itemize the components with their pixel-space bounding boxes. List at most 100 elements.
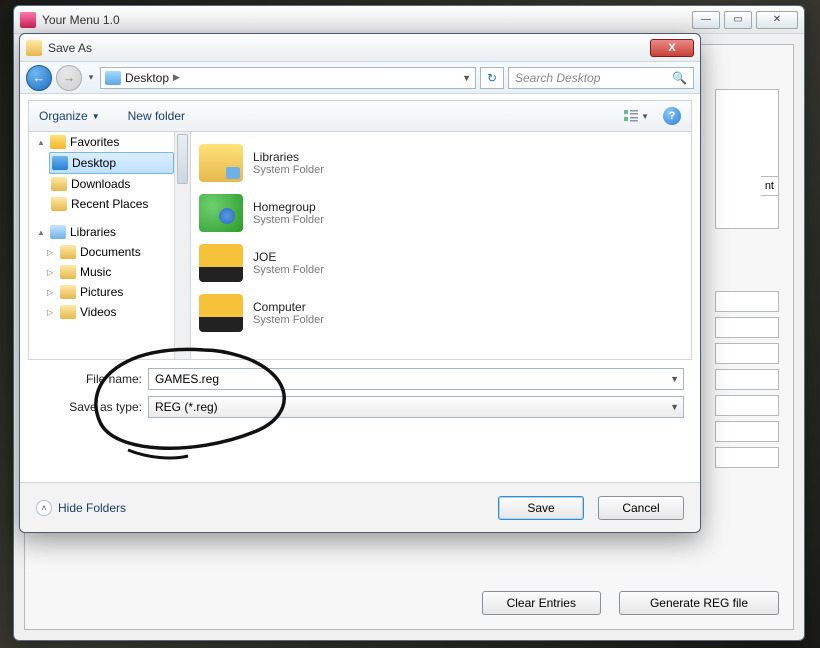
- help-button[interactable]: ?: [663, 107, 681, 125]
- history-dropdown[interactable]: ▾: [86, 72, 96, 83]
- arrow-left-icon: ←: [33, 70, 46, 85]
- filename-value: GAMES.reg: [155, 372, 219, 386]
- home-icon: [199, 194, 243, 232]
- nav-tree[interactable]: ▲Favorites Desktop Downloads Recent Plac…: [29, 132, 191, 359]
- text-field[interactable]: [715, 291, 779, 312]
- search-placeholder: Search Desktop: [515, 71, 600, 85]
- hide-folders-toggle[interactable]: ˄ Hide Folders: [36, 500, 126, 516]
- tree-desktop[interactable]: Desktop: [49, 152, 174, 174]
- new-folder-button[interactable]: New folder: [128, 109, 185, 123]
- toolbar: Organize ▼ New folder ▼ ?: [28, 100, 692, 132]
- view-options-button[interactable]: [623, 108, 639, 124]
- lib-icon: [199, 144, 243, 182]
- scrollbar-thumb[interactable]: [177, 134, 188, 184]
- text-field[interactable]: [715, 317, 779, 338]
- tree-pictures[interactable]: ▷Pictures: [45, 282, 190, 302]
- item-title: Libraries: [253, 150, 324, 164]
- tree-downloads[interactable]: Downloads: [49, 174, 190, 194]
- close-button[interactable]: ✕: [756, 11, 798, 29]
- right-panel-stub: nt: [715, 89, 779, 229]
- saveas-value: REG (*.reg): [155, 400, 218, 414]
- list-item[interactable]: LibrariesSystem Folder: [195, 138, 687, 188]
- save-as-dialog: Save As X ← → ▾ Desktop ▶ ▼ ↻ Search Des…: [19, 33, 701, 533]
- organize-label: Organize: [39, 109, 88, 123]
- tree-videos[interactable]: ▷Videos: [45, 302, 190, 322]
- desktop-icon: [52, 156, 68, 170]
- saveas-label: Save as type:: [36, 400, 148, 414]
- saveas-type-select[interactable]: REG (*.reg) ▼: [148, 396, 684, 418]
- list-item[interactable]: ComputerSystem Folder: [195, 288, 687, 338]
- text-field[interactable]: [715, 421, 779, 442]
- filename-input[interactable]: GAMES.reg ▼: [148, 368, 684, 390]
- form-area: File name: GAMES.reg ▼ Save as type: REG…: [36, 368, 684, 418]
- text-field[interactable]: [715, 343, 779, 364]
- item-subtitle: System Folder: [253, 264, 324, 276]
- search-input[interactable]: Search Desktop 🔍: [508, 67, 694, 89]
- chevron-right-icon[interactable]: ▶: [173, 72, 180, 83]
- address-bar[interactable]: Desktop ▶ ▼: [100, 67, 476, 89]
- breadcrumb[interactable]: Desktop: [125, 71, 169, 85]
- tree-recent[interactable]: Recent Places: [49, 194, 190, 214]
- tree-favorites[interactable]: ▲Favorites: [35, 132, 190, 152]
- chevron-down-icon[interactable]: ▼: [462, 73, 471, 83]
- minimize-button[interactable]: —: [692, 11, 720, 29]
- chevron-down-icon[interactable]: ▼: [670, 374, 679, 384]
- star-icon: [50, 135, 66, 149]
- folder-icon: [51, 197, 67, 211]
- maximize-button[interactable]: ▭: [724, 11, 752, 29]
- desktop-icon: [105, 71, 121, 85]
- folder-icon: [60, 285, 76, 299]
- arrow-right-icon: →: [63, 70, 76, 85]
- libraries-icon: [50, 225, 66, 239]
- parent-title-text: Your Menu 1.0: [42, 13, 120, 27]
- app-icon: [20, 12, 36, 28]
- back-button[interactable]: ←: [26, 65, 52, 91]
- organize-menu[interactable]: Organize ▼: [39, 109, 100, 123]
- folder-icon: [51, 177, 67, 191]
- field-rows-stub: [715, 291, 779, 473]
- dialog-close-button[interactable]: X: [650, 39, 694, 57]
- refresh-button[interactable]: ↻: [480, 67, 504, 89]
- text-field[interactable]: [715, 369, 779, 390]
- text-field[interactable]: [715, 447, 779, 468]
- generate-reg-button[interactable]: Generate REG file: [619, 591, 779, 615]
- save-button[interactable]: Save: [498, 496, 584, 520]
- chevron-down-icon: ▼: [92, 112, 100, 121]
- item-title: Homegroup: [253, 200, 324, 214]
- parent-titlebar[interactable]: Your Menu 1.0 — ▭ ✕: [14, 6, 804, 34]
- tab-stub[interactable]: nt: [761, 176, 779, 196]
- view-dropdown[interactable]: ▼: [641, 112, 649, 121]
- list-item[interactable]: HomegroupSystem Folder: [195, 188, 687, 238]
- search-icon: 🔍: [672, 71, 687, 85]
- folder-icon: [60, 245, 76, 259]
- text-field[interactable]: [715, 395, 779, 416]
- tree-libraries[interactable]: ▲Libraries: [35, 222, 190, 242]
- cancel-button[interactable]: Cancel: [598, 496, 684, 520]
- folder-icon: [60, 265, 76, 279]
- item-subtitle: System Folder: [253, 164, 324, 176]
- chevron-up-icon: ˄: [36, 500, 52, 516]
- forward-button[interactable]: →: [56, 65, 82, 91]
- tree-documents[interactable]: ▷Documents: [45, 242, 190, 262]
- item-subtitle: System Folder: [253, 214, 324, 226]
- tree-music[interactable]: ▷Music: [45, 262, 190, 282]
- nav-bar: ← → ▾ Desktop ▶ ▼ ↻ Search Desktop 🔍: [20, 62, 700, 94]
- folder-icon: [60, 305, 76, 319]
- view-icon: [623, 108, 639, 124]
- chevron-down-icon[interactable]: ▼: [670, 402, 679, 412]
- dialog-titlebar[interactable]: Save As X: [20, 34, 700, 62]
- tree-scrollbar[interactable]: [174, 132, 190, 359]
- refresh-icon: ↻: [487, 71, 497, 85]
- dialog-icon: [26, 40, 42, 56]
- car-icon: [199, 244, 243, 282]
- dialog-footer: ˄ Hide Folders Save Cancel: [20, 482, 700, 532]
- item-title: Computer: [253, 300, 324, 314]
- file-list[interactable]: LibrariesSystem FolderHomegroupSystem Fo…: [191, 132, 691, 359]
- item-subtitle: System Folder: [253, 314, 324, 326]
- hide-folders-label: Hide Folders: [58, 501, 126, 515]
- filename-label: File name:: [36, 372, 148, 386]
- clear-entries-button[interactable]: Clear Entries: [482, 591, 601, 615]
- car-icon: [199, 294, 243, 332]
- dialog-title-text: Save As: [48, 41, 92, 55]
- list-item[interactable]: JOESystem Folder: [195, 238, 687, 288]
